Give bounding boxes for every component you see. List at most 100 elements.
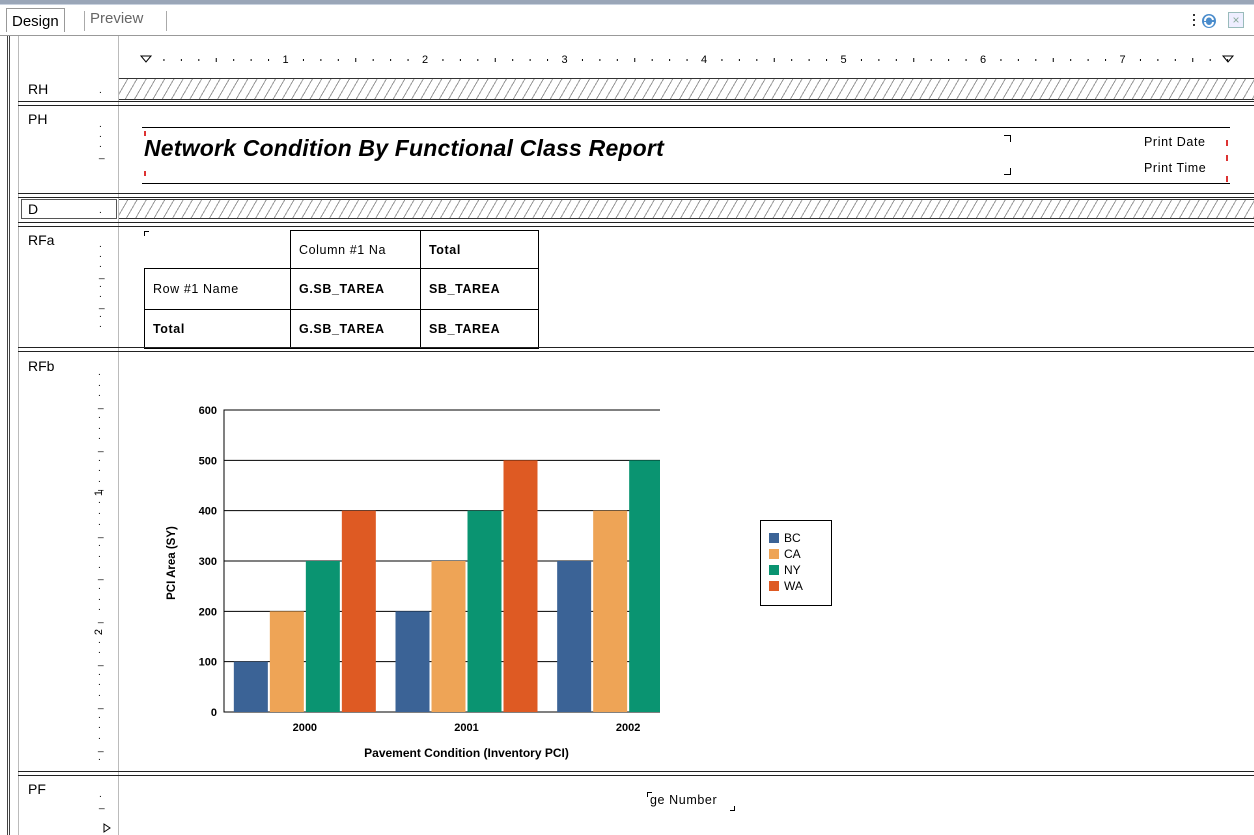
ruler-tick	[581, 59, 583, 61]
ruler-tick	[773, 58, 775, 62]
section-label-rfb[interactable]: RFb	[28, 358, 54, 374]
ruler-left-margin-icon[interactable]	[139, 55, 153, 63]
report-title[interactable]: Network Condition By Functional Class Re…	[144, 135, 664, 162]
section-label-d[interactable]: D	[28, 201, 38, 217]
ruler-mark-label: 2	[422, 54, 428, 66]
crosstab-row-total-cell[interactable]: SB_TAREA	[420, 268, 539, 310]
x-tick-label: 2002	[616, 722, 640, 734]
tab-design[interactable]: Design	[6, 8, 65, 32]
refresh-icon[interactable]	[1200, 12, 1218, 30]
ruler-tick	[1192, 58, 1194, 62]
section-divider[interactable]	[18, 347, 1254, 352]
bar-bc-2000[interactable]	[233, 661, 268, 712]
section-divider[interactable]	[18, 101, 1254, 106]
ruler-margin-marker-icon[interactable]	[102, 822, 114, 834]
ruler-mark-label: 7	[1120, 54, 1126, 66]
bar-ny-2000[interactable]	[305, 561, 340, 712]
ruler-tick	[721, 59, 723, 61]
vertical-ruler-ticks: . _	[99, 789, 105, 810]
selection-marker	[144, 171, 146, 176]
ruler-tick	[337, 59, 339, 61]
bar-ny-2001[interactable]	[467, 510, 502, 712]
x-tick-label: 2000	[293, 722, 317, 734]
ruler-tick	[372, 59, 374, 61]
legend-item-wa: WA	[769, 579, 803, 593]
ruler-tick	[826, 59, 828, 61]
crosstab-total-row-label[interactable]: Total	[144, 309, 291, 349]
ruler-tick	[302, 59, 304, 61]
ruler-tick	[512, 59, 514, 61]
y-tick-label: 100	[199, 657, 217, 669]
text-box-corner	[647, 792, 652, 797]
crosstab-grand-total-cell[interactable]: SB_TAREA	[420, 309, 539, 349]
vertical-ruler-mark: 2	[93, 628, 106, 636]
vertical-ruler-ticks: ... _	[99, 119, 105, 160]
horizontal-ruler: 12345678	[139, 54, 1235, 66]
ruler-tick	[1035, 59, 1037, 61]
report-header-band[interactable]	[119, 78, 1254, 100]
crosstab-total-header[interactable]: Total	[420, 230, 539, 269]
bar-wa-2000[interactable]	[341, 510, 376, 712]
section-label-ph[interactable]: PH	[28, 111, 47, 127]
section-divider[interactable]	[18, 771, 1254, 776]
crosstab-column-total-cell[interactable]: G.SB_TAREA	[290, 309, 421, 349]
legend-label: BC	[784, 531, 801, 545]
ruler-tick	[355, 58, 357, 62]
bar-ca-2001[interactable]	[431, 561, 466, 712]
ruler-tick	[1174, 59, 1176, 61]
ruler-tick	[320, 59, 322, 61]
label-column-divider	[18, 36, 19, 835]
ruler-tick	[878, 59, 880, 61]
pci-bar-chart[interactable]: 0 100 200 300 400 500 600 2000 2001 2002 Pavement …	[160, 398, 660, 768]
crosstab-value-cell[interactable]: G.SB_TAREA	[290, 268, 421, 310]
ruler-tick	[250, 59, 252, 61]
bar-ny-2002[interactable]	[629, 460, 660, 712]
x-tick-label: 2001	[454, 722, 478, 734]
ruler-tick	[1157, 59, 1159, 61]
ruler-tick	[669, 59, 671, 61]
tab-preview[interactable]: Preview	[90, 10, 143, 27]
ruler-tick	[1087, 59, 1089, 61]
print-date-field[interactable]: Print Date	[1144, 135, 1206, 149]
ruler-mark-label: 4	[701, 54, 707, 66]
legend-label: NY	[784, 563, 801, 577]
y-tick-label: 400	[199, 506, 217, 518]
chart-legend[interactable]: BC CA NY WA	[760, 520, 832, 606]
ruler-tick	[1139, 59, 1141, 61]
section-divider[interactable]	[18, 222, 1254, 227]
bar-wa-2001[interactable]	[503, 460, 538, 712]
section-label-pf[interactable]: PF	[28, 781, 46, 797]
ruler-tick	[634, 58, 636, 62]
ruler-mark-label: 6	[980, 54, 986, 66]
text-box-corner	[1004, 135, 1011, 142]
crosstab-column-header[interactable]: Column #1 Na	[290, 230, 421, 269]
ruler-mark-label: 3	[562, 54, 568, 66]
ruler-tick	[791, 59, 793, 61]
y-tick-label: 300	[199, 556, 217, 568]
ruler-tick	[965, 59, 967, 61]
ruler-tick	[599, 59, 601, 61]
section-label-rfa[interactable]: RFa	[28, 232, 54, 248]
legend-item-ny: NY	[769, 563, 801, 577]
close-icon[interactable]: ×	[1228, 12, 1244, 28]
ruler-tick	[494, 58, 496, 62]
section-divider[interactable]	[18, 193, 1254, 198]
selection-marker	[1226, 155, 1228, 161]
bar-ca-2002[interactable]	[593, 510, 628, 712]
bar-bc-2001[interactable]	[395, 611, 430, 712]
crosstab-row-header[interactable]: Row #1 Name	[144, 268, 291, 310]
ruler-tick	[1017, 59, 1019, 61]
bar-ca-2000[interactable]	[269, 611, 304, 712]
bar-bc-2002[interactable]	[557, 561, 592, 712]
ruler-tick	[808, 59, 810, 61]
tab-separator	[84, 11, 85, 31]
legend-swatch	[769, 581, 779, 591]
page-number-field[interactable]: ge Number	[650, 793, 717, 807]
ruler-tick	[1227, 59, 1229, 61]
section-label-rh[interactable]: RH	[28, 81, 48, 97]
ruler-tick	[459, 59, 461, 61]
ruler-tick	[948, 59, 950, 61]
legend-swatch	[769, 549, 779, 559]
detail-band[interactable]	[119, 199, 1254, 219]
print-time-field[interactable]: Print Time	[1144, 161, 1206, 175]
